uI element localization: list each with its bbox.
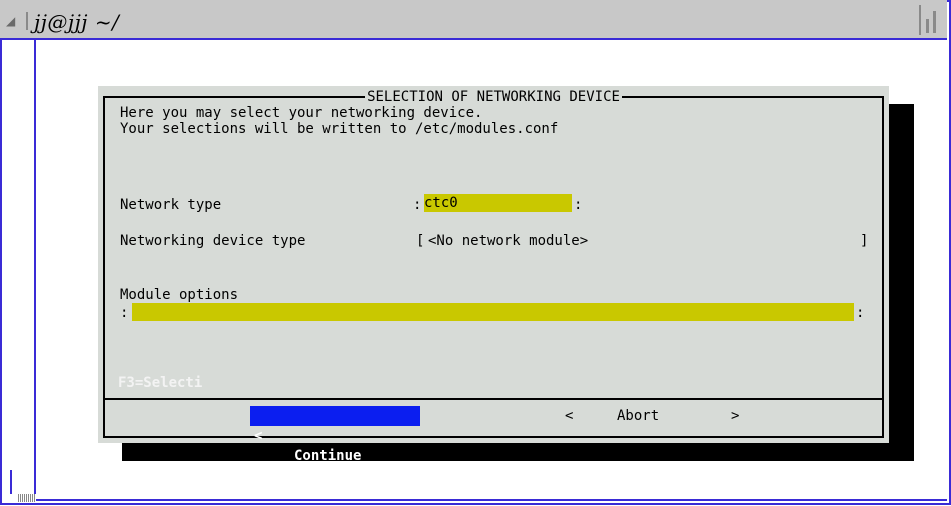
terminal-scrollbar-divider bbox=[34, 40, 36, 495]
continue-right-chevron: > bbox=[408, 468, 417, 484]
module-options-label: Module options bbox=[120, 287, 239, 303]
window-title: jj@jjj ~/ bbox=[34, 10, 120, 34]
continue-button-label: Continue bbox=[294, 448, 362, 464]
device-type-close-bracket: ] bbox=[860, 233, 869, 249]
device-type-select[interactable]: <No network module> bbox=[428, 232, 588, 250]
window-menu-icon[interactable]: ◢ bbox=[6, 12, 28, 30]
dialog-title-text: SELECTION OF NETWORKING DEVICE bbox=[365, 89, 622, 105]
abort-left-chevron: < bbox=[565, 408, 574, 424]
network-type-input[interactable]: ctc0 bbox=[424, 194, 572, 212]
intro-text-line-2: Your selections will be written to /etc/… bbox=[120, 121, 559, 137]
device-type-label: Networking device type bbox=[120, 233, 306, 249]
abort-button[interactable]: Abort bbox=[617, 406, 659, 426]
module-options-open-colon: : bbox=[120, 305, 129, 321]
f3-select-hint: F3=Selecti bbox=[118, 375, 203, 391]
network-type-close-colon: : bbox=[574, 197, 583, 213]
continue-left-chevron: < bbox=[254, 428, 263, 444]
window-titlebar[interactable]: ◢ jj@jjj ~/ bbox=[0, 0, 947, 40]
networking-device-dialog: SELECTION OF NETWORKING DEVICE Here you … bbox=[98, 86, 889, 484]
device-type-open-bracket: [ bbox=[416, 233, 425, 249]
button-bar: < Continue > < Abort > bbox=[105, 400, 882, 484]
network-type-label: Network type bbox=[120, 197, 222, 213]
continue-button[interactable]: < Continue > bbox=[250, 406, 420, 484]
module-options-input[interactable] bbox=[132, 303, 854, 321]
bottom-border bbox=[36, 499, 947, 501]
module-options-close-colon: : bbox=[856, 305, 865, 321]
network-type-open-colon: : bbox=[413, 197, 422, 213]
resize-edge[interactable] bbox=[10, 470, 12, 494]
abort-right-chevron: > bbox=[731, 408, 740, 424]
maximize-icon[interactable] bbox=[919, 5, 945, 35]
resize-grip-icon[interactable] bbox=[18, 494, 36, 502]
dialog-frame bbox=[103, 96, 884, 438]
terminal-left-margin bbox=[2, 40, 36, 501]
